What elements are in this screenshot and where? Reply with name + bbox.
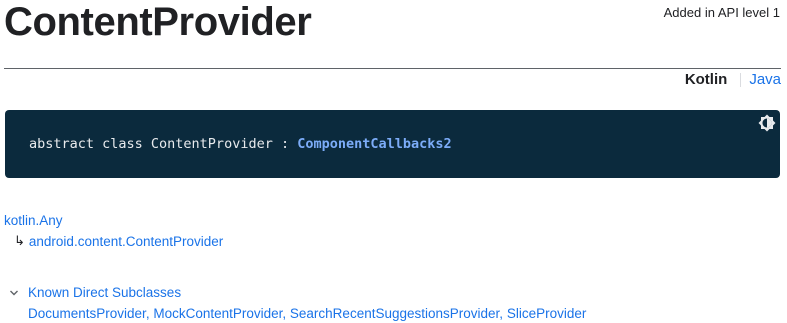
subclass-link[interactable]: MockContentProvider [153, 306, 282, 321]
lang-kotlin-tab[interactable]: Kotlin [685, 71, 728, 88]
page-title: ContentProvider [4, 0, 312, 44]
lang-separator [740, 72, 742, 87]
subclasses-toggle[interactable]: Known Direct Subclasses [8, 285, 586, 300]
api-level-label: Added in API level 1 [663, 5, 780, 20]
list-separator: , [282, 306, 290, 321]
header-divider [4, 68, 781, 69]
componentcallbacks2-link[interactable]: ComponentCallbacks2 [297, 136, 451, 152]
signature-code-block: abstract class ContentProvider : Compone… [5, 110, 780, 178]
signature-line: abstract class ContentProvider : Compone… [29, 136, 452, 152]
subclass-link[interactable]: DocumentsProvider [28, 306, 146, 321]
language-switcher: Kotlin Java [685, 71, 781, 88]
lang-java-tab[interactable]: Java [749, 71, 781, 88]
hierarchy-root-link[interactable]: kotlin.Any [4, 213, 63, 228]
list-separator: , [499, 306, 507, 321]
known-direct-subclasses: Known Direct Subclasses DocumentsProvide… [8, 285, 586, 321]
subclasses-list: DocumentsProvider, MockContentProvider, … [28, 306, 586, 321]
subclasses-header: Known Direct Subclasses [28, 285, 182, 300]
subclass-link[interactable]: SliceProvider [507, 306, 587, 321]
subclass-link[interactable]: SearchRecentSuggestionsProvider [290, 306, 499, 321]
hierarchy-arrow-icon: ↳ [14, 233, 25, 248]
theme-toggle-icon[interactable] [758, 114, 776, 132]
signature-prefix: abstract class ContentProvider : [29, 136, 298, 152]
hierarchy-child: ↳ android.content.ContentProvider [14, 233, 223, 249]
hierarchy-child-link[interactable]: android.content.ContentProvider [29, 234, 223, 249]
chevron-down-icon [10, 290, 18, 295]
